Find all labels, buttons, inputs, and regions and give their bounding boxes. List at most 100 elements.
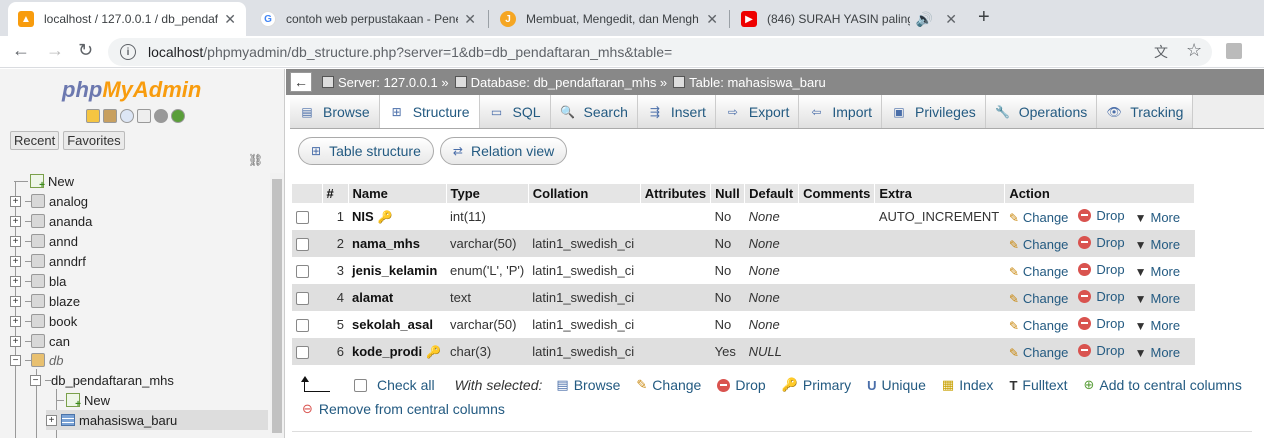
expand-icon[interactable]: + bbox=[46, 414, 57, 426]
expand-icon[interactable]: + bbox=[10, 215, 21, 227]
more-dropdown[interactable]: ▼ More bbox=[1135, 318, 1181, 333]
collapse-icon[interactable]: − bbox=[10, 354, 21, 366]
browser-tab-youtube[interactable]: ▶ (846) SURAH YASIN paling m 🔊 ✕ bbox=[731, 2, 967, 36]
tree-item-bla[interactable]: + bla bbox=[10, 271, 66, 291]
expand-icon[interactable]: + bbox=[10, 275, 21, 287]
change-button[interactable]: ✎ Change bbox=[1009, 291, 1069, 306]
change-button[interactable]: ✎ Change bbox=[1009, 264, 1069, 279]
close-tab-icon[interactable]: ✕ bbox=[464, 11, 476, 28]
col-header-num[interactable]: # bbox=[322, 184, 349, 203]
tab-sql[interactable]: ▭ SQL bbox=[479, 95, 551, 128]
tree-item-db-pendaftaran-mhs[interactable]: − db_pendaftaran_mhs bbox=[30, 370, 174, 390]
info-icon[interactable]: i bbox=[120, 44, 136, 60]
address-bar[interactable]: i localhost/phpmyadmin/db_structure.php?… bbox=[108, 38, 1212, 66]
drop-button[interactable]: Drop bbox=[1078, 208, 1125, 223]
tree-item-ananda[interactable]: + ananda bbox=[10, 211, 92, 231]
tab-structure[interactable]: ⊞ Structure bbox=[379, 95, 480, 128]
profile-avatar[interactable] bbox=[1226, 43, 1242, 59]
expand-icon[interactable]: + bbox=[10, 235, 21, 247]
col-header-collation[interactable]: Collation bbox=[528, 184, 641, 203]
row-checkbox[interactable] bbox=[296, 319, 309, 333]
more-dropdown[interactable]: ▼ More bbox=[1135, 264, 1181, 279]
more-dropdown[interactable]: ▼ More bbox=[1135, 291, 1181, 306]
bulk-unique-button[interactable]: U Unique bbox=[867, 377, 926, 393]
tab-tracking[interactable]: 👁 Tracking bbox=[1097, 95, 1194, 128]
help-icon[interactable] bbox=[120, 109, 134, 123]
expand-icon[interactable]: + bbox=[10, 295, 21, 307]
tree-item-db-group[interactable]: − db bbox=[10, 350, 63, 370]
bulk-primary-button[interactable]: 🔑 Primary bbox=[782, 377, 851, 393]
breadcrumb-table[interactable]: Table: mahasiswa_baru bbox=[673, 75, 826, 90]
col-header-null[interactable]: Null bbox=[710, 184, 746, 203]
more-dropdown[interactable]: ▼ More bbox=[1135, 237, 1181, 252]
col-header-type[interactable]: Type bbox=[446, 184, 529, 203]
drop-button[interactable]: Drop bbox=[1078, 235, 1125, 250]
tree-item-anndrf[interactable]: + anndrf bbox=[10, 251, 86, 271]
tree-item-book[interactable]: + book bbox=[10, 311, 77, 331]
breadcrumb-database[interactable]: Database: db_pendaftaran_mhs » bbox=[454, 75, 667, 90]
navigation-scrollbar[interactable] bbox=[270, 173, 284, 438]
browser-tab-blog[interactable]: J Membuat, Mengedit, dan Mengh ✕ bbox=[490, 2, 728, 36]
tab-search[interactable]: 🔍 Search bbox=[550, 95, 638, 128]
bulk-add-central-button[interactable]: ⊕ Add to central columns bbox=[1084, 377, 1242, 393]
new-tab-button[interactable]: + bbox=[978, 6, 990, 29]
reload-navigation-icon[interactable] bbox=[171, 109, 185, 123]
audio-playing-icon[interactable]: 🔊 bbox=[916, 11, 933, 28]
bookmark-star-icon[interactable]: ☆ bbox=[1186, 40, 1202, 61]
subtab-relation-view[interactable]: ⇄ Relation view bbox=[439, 137, 568, 165]
forward-arrow-icon[interactable]: → bbox=[46, 40, 64, 61]
more-dropdown[interactable]: ▼ More bbox=[1135, 210, 1181, 225]
tree-item-can[interactable]: + can bbox=[10, 331, 70, 351]
close-tab-icon[interactable]: ✕ bbox=[706, 11, 718, 28]
tree-item-new-table[interactable]: New bbox=[56, 390, 110, 410]
drop-button[interactable]: Drop bbox=[1078, 262, 1125, 277]
check-all-checkbox[interactable] bbox=[354, 378, 367, 392]
more-dropdown[interactable]: ▼ More bbox=[1135, 345, 1181, 360]
row-checkbox[interactable] bbox=[296, 265, 309, 279]
tab-insert[interactable]: ⇶ Insert bbox=[637, 95, 716, 128]
col-header-extra[interactable]: Extra bbox=[874, 184, 1006, 203]
change-button[interactable]: ✎ Change bbox=[1009, 237, 1069, 252]
bulk-fulltext-button[interactable]: T Fulltext bbox=[1009, 377, 1067, 393]
bulk-change-button[interactable]: ✎ Change bbox=[636, 377, 701, 393]
tree-item-blaze[interactable]: + blaze bbox=[10, 291, 80, 311]
recent-button[interactable]: Recent bbox=[10, 131, 60, 150]
translate-icon[interactable]: 文 bbox=[1154, 42, 1168, 62]
reload-icon[interactable]: ↻ bbox=[78, 40, 93, 61]
close-tab-icon[interactable]: ✕ bbox=[224, 11, 236, 28]
settings-gear-icon[interactable] bbox=[154, 109, 168, 123]
drop-button[interactable]: Drop bbox=[1078, 316, 1125, 331]
docs-icon[interactable] bbox=[137, 109, 151, 123]
remove-central-columns-button[interactable]: ⊖ Remove from central columns bbox=[302, 401, 505, 417]
link-with-main-panel-icon[interactable]: ⛓ bbox=[248, 153, 263, 167]
logout-icon[interactable] bbox=[103, 109, 117, 123]
drop-button[interactable]: Drop bbox=[1078, 289, 1125, 304]
row-checkbox[interactable] bbox=[296, 346, 309, 360]
collapse-panel-arrow-icon[interactable]: ← bbox=[290, 72, 312, 92]
phpmyadmin-logo[interactable]: phpMyAdmin bbox=[62, 77, 201, 103]
tree-item-new-database[interactable]: New bbox=[14, 171, 74, 191]
col-header-comments[interactable]: Comments bbox=[798, 184, 876, 203]
row-checkbox[interactable] bbox=[296, 211, 309, 225]
favorites-button[interactable]: Favorites bbox=[63, 131, 125, 150]
browser-tab-phpmyadmin[interactable]: ▲ localhost / 127.0.0.1 / db_pendaft ✕ bbox=[8, 2, 246, 36]
tab-privileges[interactable]: ▣ Privileges bbox=[882, 95, 986, 128]
change-button[interactable]: ✎ Change bbox=[1009, 210, 1069, 225]
browser-tab-google[interactable]: G contoh web perpustakaan - Pene ✕ bbox=[250, 2, 486, 36]
tab-browse[interactable]: ▤ Browse bbox=[290, 95, 380, 128]
collapse-icon[interactable]: − bbox=[30, 374, 41, 386]
expand-icon[interactable]: + bbox=[10, 255, 21, 267]
row-checkbox[interactable] bbox=[296, 292, 309, 306]
tab-export[interactable]: ⇨ Export bbox=[715, 95, 800, 128]
tab-import[interactable]: ⇦ Import bbox=[799, 95, 883, 128]
col-header-name[interactable]: Name bbox=[348, 184, 447, 203]
expand-icon[interactable]: + bbox=[10, 315, 21, 327]
bulk-index-button[interactable]: ▦ Index bbox=[942, 377, 994, 393]
change-button[interactable]: ✎ Change bbox=[1009, 318, 1069, 333]
home-icon[interactable] bbox=[86, 109, 100, 123]
tree-item-annd[interactable]: + annd bbox=[10, 231, 78, 251]
expand-icon[interactable]: + bbox=[10, 195, 21, 207]
tab-operations[interactable]: 🔧 Operations bbox=[985, 95, 1098, 128]
breadcrumb-server[interactable]: Server: 127.0.0.1 » bbox=[322, 75, 449, 90]
back-arrow-icon[interactable]: ← bbox=[12, 40, 30, 61]
